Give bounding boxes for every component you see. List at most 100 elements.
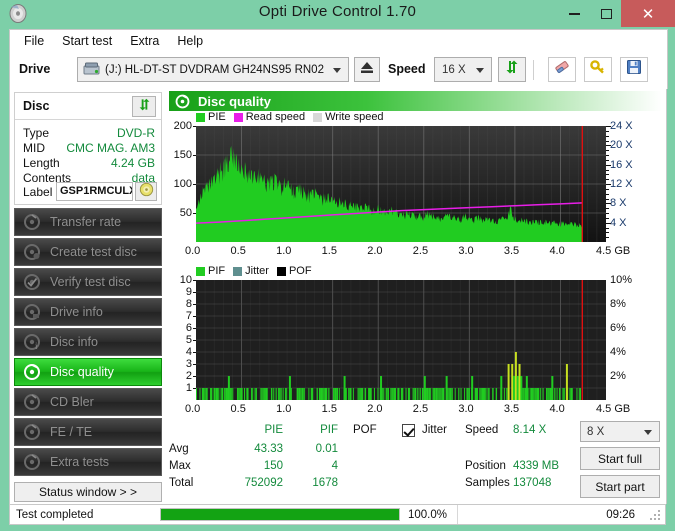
stats-header-pif: PIF [320,424,338,436]
pif-x-tick: 3.5 [503,403,520,415]
legend-swatch-pif [196,266,205,276]
sidebar-item-fe-te[interactable]: FE / TE [14,418,162,446]
start-part-button[interactable]: Start part [580,475,660,498]
pif-plot-area[interactable] [196,280,606,400]
eject-button[interactable] [354,57,380,82]
chevron-down-icon [644,429,652,435]
pif-x-tick: 1.5 [321,403,337,415]
pie-y2-tickmark [606,232,609,234]
menu-item-file[interactable]: File [15,32,53,50]
sidebar-item-extra-tests[interactable]: Extra tests [14,448,162,476]
legend-swatch-pie [196,112,205,122]
pie-y-tick: 100 [173,178,192,190]
pie-y2-tickmark [606,126,611,127]
sidebar-item-label: FE / TE [50,425,93,439]
disc-row-mid: MID CMC MAG. AM3 [23,141,155,157]
pif-y2-tick: 8% [610,298,626,310]
resize-grip[interactable] [650,510,661,521]
disc-label-input[interactable]: GSP1RMCULXF [56,182,133,201]
erase-button[interactable] [548,57,576,82]
pif-x-tick: 0.5 [230,403,246,415]
stats-row-max-pie: 150 [263,460,283,472]
pie-x-tick: 1.0 [276,245,292,257]
pif-y2-tick: 6% [610,322,626,334]
disc-info-box: Disc Type DVD-R MID CMC MAG. AM3 Length … [14,92,162,205]
settings-button[interactable] [584,57,612,82]
menu-item-start-test[interactable]: Start test [53,32,121,50]
refresh-button[interactable] [498,57,526,82]
close-button[interactable]: ✕ [621,0,675,27]
pie-y2-tickmark [606,150,609,152]
sidebar-item-label: Drive info [50,305,103,319]
legend-label-jitter: Jitter [245,265,269,277]
pie-y2-tickmark [606,188,609,190]
pif-y-tick: 1 [185,382,192,394]
progress-bar-fill [161,509,399,520]
disc-quality-icon [175,94,190,109]
eraser-icon [553,59,571,80]
save-button[interactable] [620,57,648,82]
status-bar: Test completed 100.0% 09:26 [9,504,666,525]
sidebar-item-disc-info[interactable]: i Disc info [14,328,162,356]
pie-y-tick: 50 [179,207,192,219]
pif-y-tick: 5 [185,334,192,346]
menu-item-help[interactable]: Help [168,32,212,50]
page-title: Disc quality [198,93,271,109]
disc-label-button[interactable] [135,182,157,201]
pie-x-tick: 3.0 [458,245,474,257]
pie-x-tick: 0.5 [230,245,246,257]
pie-y2-tick: 8 X [610,197,627,210]
stats-header-pie: PIE [264,424,283,436]
sidebar-item-transfer-rate[interactable]: Transfer rate [14,208,162,236]
drive-select[interactable]: (J:) HL-DT-ST DVDRAM GH24NS95 RN02 [77,57,349,82]
disc-label-key: Label [23,185,53,199]
drive-label: Drive [19,62,51,76]
eject-icon [359,60,375,79]
pie-y2-tick: 12 X [610,178,633,190]
start-full-button[interactable]: Start full [580,447,660,470]
menu-bar: File Start test Extra Help [9,29,668,52]
chevron-down-icon [333,67,341,73]
stats-panel: PIE PIF POF Jitter Avg 43.33 0.01 Max 15… [165,421,666,504]
extra-tests-icon [23,453,41,471]
status-window-button[interactable]: Status window > > [14,482,162,502]
sidebar-item-cd-bler[interactable]: CD Bler [14,388,162,416]
position-stat-label: Position [465,460,506,472]
sidebar-item-drive-info[interactable]: Drive info [14,298,162,326]
sidebar-item-create-test-disc[interactable]: Create test disc [14,238,162,266]
pie-y2-tickmark [606,222,611,224]
pif-y-tick: 3 [185,358,192,370]
pif-y-tick: 10 [179,274,192,286]
pie-y2-tickmark [606,237,609,239]
stats-row-max-pif: 4 [331,460,338,472]
test-speed-value: 8 X [587,425,605,438]
disc-test-icon [23,213,41,231]
refresh-icon [504,59,520,80]
jitter-checkbox[interactable] [402,424,415,437]
maximize-button[interactable] [591,0,621,27]
pif-x-tick: 2.0 [367,403,383,415]
pie-x-tick: 2.5 [412,245,429,257]
save-icon [626,59,642,80]
minimize-button[interactable] [559,0,589,27]
sidebar-item-label: Disc quality [50,365,114,379]
pif-y-tick: 6 [185,322,192,334]
pie-y2-tick: 20 X [610,139,633,152]
pie-y2-tickmark [606,169,609,171]
speed-select[interactable]: 16 X [434,57,492,82]
fe-te-icon [23,423,41,441]
speed-value: 16 X [442,63,466,76]
test-speed-select[interactable]: 8 X [580,421,660,442]
disc-row-type: Type DVD-R [23,126,155,142]
pie-plot-area[interactable] [196,126,606,242]
disc-refresh-button[interactable] [132,96,156,117]
disc-row-type-key: Type [23,126,50,140]
stats-header-pof: POF [353,424,377,436]
sidebar-item-disc-quality[interactable]: Disc quality [14,358,162,386]
disc-label-row: Label GSP1RMCULXF [23,182,157,202]
disc-verify-icon [23,273,41,291]
menu-item-extra[interactable]: Extra [121,32,168,50]
sidebar-item-verify-test-disc[interactable]: Verify test disc [14,268,162,296]
pie-x-tick: 0.0 [185,245,201,257]
pie-y2-tickmark [606,184,611,185]
